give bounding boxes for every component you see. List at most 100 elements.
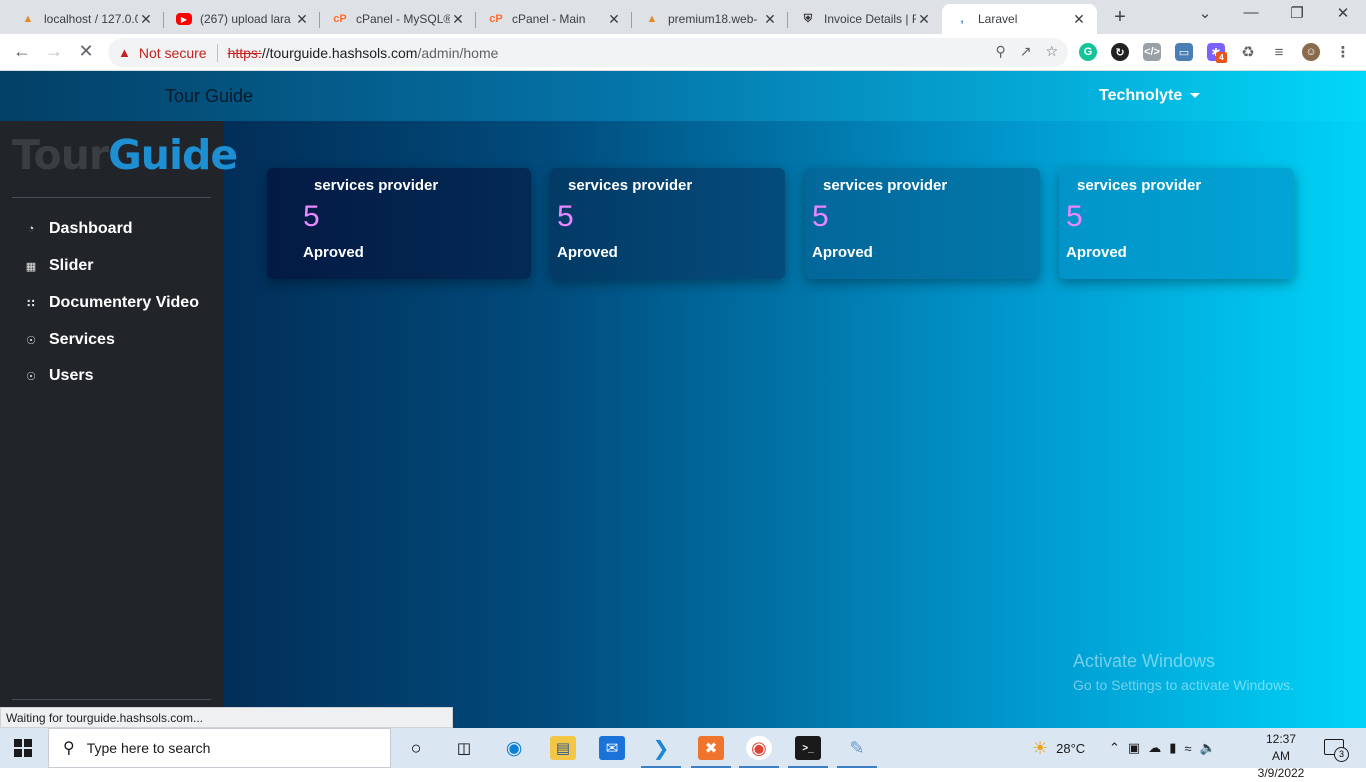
puzzle-icon[interactable]: ♻ xyxy=(1239,43,1257,61)
grid-icon: ∷ xyxy=(27,297,35,310)
sidebar-item-label: Dashboard xyxy=(49,220,133,237)
sidebar-item-label: Services xyxy=(49,331,115,348)
taskbar: ⚲ Type here to search ○ ◫ ◉ ▤ ✉ ❯ ✖ ◉ >_… xyxy=(0,728,1366,780)
sidebar-item-services[interactable]: ☉ Services xyxy=(24,331,115,349)
address-bar[interactable]: ▲ Not secure https: //tourguide.hashsols… xyxy=(108,38,1068,67)
bookmark-star-icon[interactable]: ☆ xyxy=(1045,43,1058,60)
tab-title: cPanel - MySQL® xyxy=(356,12,450,26)
grammarly-icon[interactable]: G xyxy=(1079,43,1097,61)
sidebar-item-label: Slider xyxy=(49,257,94,274)
screen-extension-icon[interactable]: ▭ xyxy=(1175,43,1193,61)
mail-icon[interactable]: ✉ xyxy=(599,736,625,760)
card-status: Aproved xyxy=(303,244,364,261)
xampp-icon[interactable]: ✖ xyxy=(698,736,724,760)
browser-tab-youtube[interactable]: ▶ (267) upload lara ✕ xyxy=(164,4,320,34)
activation-watermark-subtitle: Go to Settings to activate Windows. xyxy=(1073,677,1294,693)
page-content: Tour Guide Technolyte TourGuide ◔ Dashbo… xyxy=(0,71,1366,728)
share-icon[interactable]: ↗ xyxy=(1020,43,1032,60)
extension-badge-icon[interactable]: ✱ 4 xyxy=(1207,43,1227,63)
card-title: services provider xyxy=(1077,177,1202,194)
notepad-icon[interactable]: ✎ xyxy=(844,736,870,760)
navbar-brand[interactable]: Tour Guide xyxy=(165,86,253,107)
sync-extension-icon[interactable]: ↻ xyxy=(1111,43,1129,61)
close-icon[interactable]: ✕ xyxy=(138,11,154,28)
extension-badge-count: 4 xyxy=(1216,52,1227,63)
user-dropdown[interactable]: Technolyte xyxy=(1099,87,1201,105)
onedrive-cloud-icon[interactable]: ☁ xyxy=(1148,740,1161,756)
search-icon: ⚲ xyxy=(63,740,75,757)
browser-tab-cpanel-main[interactable]: cP cPanel - Main ✕ xyxy=(476,4,632,34)
wifi-icon[interactable]: ≈ xyxy=(1184,741,1191,756)
close-icon[interactable]: ✕ xyxy=(916,11,932,28)
zoom-icon[interactable]: ⚲ xyxy=(995,43,1005,60)
window-close-button[interactable]: ✕ xyxy=(1328,4,1358,22)
stat-card[interactable]: services provider 5 Aproved xyxy=(267,168,531,279)
card-status: Aproved xyxy=(812,244,873,261)
loading-icon: ‚ xyxy=(960,13,964,25)
system-clock[interactable]: 12:37 AM 3/9/2022 xyxy=(1256,731,1306,782)
browser-status-bar: Waiting for tourguide.hashsols.com... xyxy=(0,707,453,728)
youtube-icon: ▶ xyxy=(176,13,192,25)
tab-title: Laravel xyxy=(978,12,1018,26)
battery-icon[interactable]: ▮ xyxy=(1169,740,1176,756)
close-icon[interactable]: ✕ xyxy=(1071,11,1087,28)
card-status: Aproved xyxy=(1066,244,1127,261)
browser-tab-cpanel-mysql[interactable]: cP cPanel - MySQL® ✕ xyxy=(320,4,476,34)
back-arrow-icon[interactable]: ← xyxy=(10,41,34,62)
close-icon[interactable]: ✕ xyxy=(606,11,622,28)
logo[interactable]: TourGuide xyxy=(12,131,238,179)
sidebar-item-label: Documentery Video xyxy=(49,294,199,311)
file-explorer-icon[interactable]: ▤ xyxy=(550,736,576,760)
stat-card[interactable]: services provider 5 Aproved xyxy=(1059,168,1294,279)
browser-tab-laravel[interactable]: ‚ Laravel ✕ xyxy=(942,4,1097,34)
close-icon[interactable]: ✕ xyxy=(762,11,778,28)
notification-center-icon[interactable]: 3 xyxy=(1324,739,1349,762)
reading-list-icon[interactable]: ≡ xyxy=(1270,43,1288,61)
chevron-up-icon[interactable]: ⌃ xyxy=(1109,740,1120,756)
warning-icon[interactable]: ▲ xyxy=(118,45,131,60)
system-tray: ⌃ ▣ ☁ ▮ ≈ 🔈 xyxy=(1109,728,1216,768)
forward-arrow-icon[interactable]: → xyxy=(42,41,66,62)
close-icon[interactable]: ✕ xyxy=(450,11,466,28)
meet-now-icon[interactable]: ▣ xyxy=(1128,740,1140,756)
browser-tab-premium18[interactable]: ▲ premium18.web- ✕ xyxy=(632,4,788,34)
divider xyxy=(216,43,218,62)
new-tab-button[interactable]: + xyxy=(1108,6,1132,29)
maximize-button[interactable]: ❐ xyxy=(1282,4,1312,22)
stat-card[interactable]: services provider 5 Aproved xyxy=(805,168,1040,279)
taskbar-search-box[interactable]: ⚲ Type here to search xyxy=(48,728,391,768)
vscode-icon[interactable]: ❯ xyxy=(648,736,674,760)
stat-card[interactable]: services provider 5 Aproved xyxy=(550,168,785,279)
minimize-button[interactable]: — xyxy=(1236,4,1266,21)
sidebar-item-users[interactable]: ☉ Users xyxy=(24,367,93,385)
browser-tabstrip: ▲ localhost / 127.0.0 ✕ ▶ (267) upload l… xyxy=(0,0,1366,34)
notification-count: 3 xyxy=(1334,747,1349,762)
terminal-icon[interactable]: >_ xyxy=(795,736,821,760)
code-extension-icon[interactable]: </> xyxy=(1143,43,1161,61)
task-view-icon[interactable]: ◫ xyxy=(451,736,477,760)
user-name: Technolyte xyxy=(1099,87,1183,104)
card-status: Aproved xyxy=(557,244,618,261)
sidebar-item-dashboard[interactable]: ◔ Dashboard xyxy=(24,220,133,238)
tab-search-icon[interactable]: ⌄ xyxy=(1190,4,1220,22)
edge-icon[interactable]: ◉ xyxy=(501,736,527,760)
card-title: services provider xyxy=(568,177,693,194)
tab-title: (267) upload lara xyxy=(200,12,291,26)
user-circle-icon: ☉ xyxy=(26,334,36,347)
weather-widget[interactable]: ☀ 28°C xyxy=(1032,728,1085,768)
volume-icon[interactable]: 🔈 xyxy=(1200,740,1216,756)
sidebar-item-documentery-video[interactable]: ∷ Documentery Video xyxy=(24,294,199,312)
stop-loading-icon[interactable]: ✕ xyxy=(74,41,98,62)
windows-start-icon[interactable] xyxy=(14,739,32,757)
security-label[interactable]: Not secure xyxy=(139,45,207,61)
url-host: //tourguide.hashsols.com xyxy=(261,44,418,61)
browser-tab-localhost[interactable]: ▲ localhost / 127.0.0 ✕ xyxy=(8,4,164,34)
profile-avatar[interactable]: ☺ xyxy=(1302,43,1320,61)
close-icon[interactable]: ✕ xyxy=(294,11,310,28)
sidebar-item-slider[interactable]: ▦ Slider xyxy=(24,257,94,275)
browser-tab-invoice[interactable]: ⛨ Invoice Details | F ✕ xyxy=(788,4,942,34)
temperature: 28°C xyxy=(1056,740,1086,756)
menu-kebab-icon[interactable]: ⋮ xyxy=(1334,43,1352,61)
cortana-icon[interactable]: ○ xyxy=(403,736,429,760)
chrome-icon[interactable]: ◉ xyxy=(746,736,772,760)
